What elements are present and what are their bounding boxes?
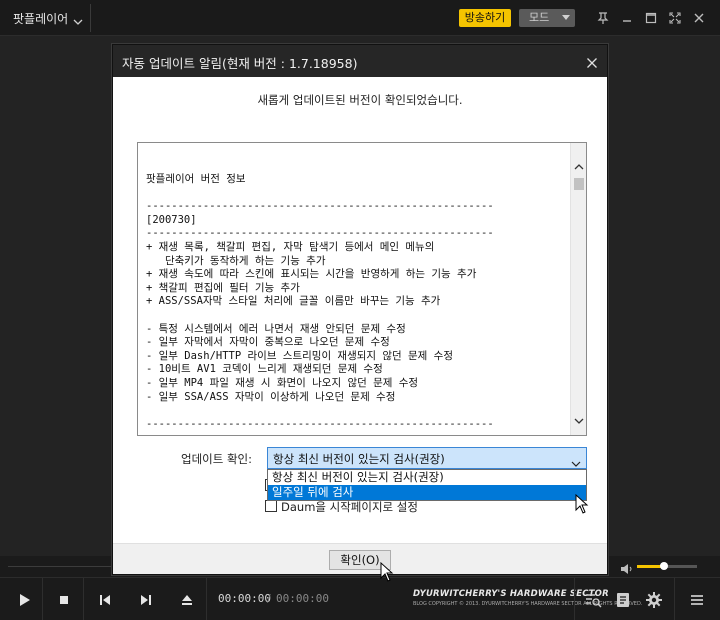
release-notes-line: [146, 309, 566, 323]
close-icon[interactable]: [692, 11, 706, 25]
release-notes-line: + ASS/SSA자막 스타일 처리에 글꼴 이름만 바꾸는 기능 추가: [146, 295, 441, 308]
update-dialog: 자동 업데이트 알림(현재 버전 : 1.7.18958) 새롭게 업데이트된 …: [112, 44, 608, 575]
chevron-down-icon[interactable]: [574, 411, 584, 424]
notes-icon[interactable]: [613, 590, 633, 610]
divider: [42, 578, 43, 620]
title-bar: 팟플레이어 방송하기 모드: [0, 0, 720, 36]
control-bar: 00:00:00 / 00:00:00 DYURWITCHERRY'S HARD…: [0, 577, 720, 620]
release-notes-line: - 일부 Dash/HTTP 라이브 스트리밍이 재생되지 않던 문제 수정: [146, 349, 453, 362]
mouse-cursor-icon: [575, 493, 589, 514]
dialog-footer: 확인(O): [113, 543, 607, 574]
playlist-search-icon[interactable]: [583, 590, 603, 610]
gear-icon[interactable]: [644, 590, 664, 610]
notes-scrollbar[interactable]: [570, 143, 586, 435]
divider: [206, 578, 207, 620]
release-notes-line: 단축키가 동작하게 하는 기능 추가: [146, 254, 326, 267]
daum-startpage-label[interactable]: Daum을 시작페이지로 설정: [281, 499, 418, 515]
caret-down-icon: [562, 15, 570, 20]
eject-icon[interactable]: [177, 590, 197, 610]
maximize-icon[interactable]: [644, 11, 658, 25]
divider: [574, 578, 575, 620]
play-icon[interactable]: [14, 590, 34, 610]
time-total[interactable]: 00:00:00: [276, 592, 329, 605]
update-message: 새롭게 업데이트된 버전이 확인되었습니다.: [257, 93, 463, 107]
broadcast-button[interactable]: 방송하기: [459, 9, 511, 27]
option-check-next-week[interactable]: 일주일 뒤에 검사: [268, 485, 586, 500]
release-notes-text: 팟플레이어 버전 정보 ----------------------------…: [146, 173, 566, 431]
scroll-thumb[interactable]: [574, 178, 584, 190]
speaker-icon[interactable]: [620, 560, 634, 574]
release-notes-line: + 책갈피 편집에 필터 기능 추가: [146, 281, 300, 294]
close-icon[interactable]: [586, 54, 598, 68]
time-separator: /: [267, 592, 271, 605]
release-notes-line: - 일부 MP4 파일 재생 시 화면이 나오지 않던 문제 수정: [146, 376, 419, 389]
mode-dropdown[interactable]: 모드: [519, 9, 575, 27]
volume-knob[interactable]: [660, 562, 668, 570]
stop-icon[interactable]: [54, 590, 74, 610]
release-notes-line: + 재생 속도에 따라 스킨에 표시되는 시간을 반영하게 하는 기능 추가: [146, 268, 477, 281]
release-notes-line: + 재생 목록, 책갈피 편집, 자막 탐색기 등에서 메인 메뉴의: [146, 240, 435, 253]
release-notes-line: ----------------------------------------…: [146, 417, 494, 430]
time-current[interactable]: 00:00:00: [218, 592, 271, 605]
update-check-label: 업데이트 확인:: [181, 452, 253, 466]
next-icon[interactable]: [136, 590, 156, 610]
mode-label: 모드: [529, 11, 550, 24]
release-notes-line: 팟플레이어 버전 정보: [146, 173, 246, 185]
chevron-up-icon[interactable]: [574, 157, 584, 170]
brand-watermark: DYURWITCHERRY'S HARDWARE SECTOR BLOG COP…: [413, 589, 643, 611]
release-notes-line: - 10비트 AV1 코덱이 느리게 재생되던 문제 수정: [146, 363, 383, 376]
app-title[interactable]: 팟플레이어: [13, 10, 68, 27]
previous-icon[interactable]: [95, 590, 115, 610]
release-notes-line: [146, 187, 566, 201]
release-notes-line: [200730]: [146, 213, 197, 226]
daum-startpage-checkbox[interactable]: [265, 500, 277, 512]
release-notes-line: - 특정 시스템에서 에러 나면서 재생 안되던 문제 수정: [146, 322, 406, 335]
menu-icon[interactable]: [687, 590, 707, 610]
potplayer-window: 팟플레이어 방송하기 모드 00:00:00 / 00:00:00 DYURWI…: [0, 0, 720, 620]
divider: [90, 4, 91, 32]
chevron-down-icon[interactable]: [73, 12, 83, 25]
update-check-value: 항상 최신 버전이 있는지 검사(권장): [273, 452, 445, 466]
release-notes-line: - 일부 SSA/ASS 자막이 이상하게 나오던 문제 수정: [146, 390, 396, 403]
option-always-check[interactable]: 항상 최신 버전이 있는지 검사(권장): [268, 470, 586, 485]
pin-icon[interactable]: [596, 11, 610, 25]
release-notes-line: - 일부 자막에서 자막이 중복으로 나오던 문제 수정: [146, 336, 390, 349]
dialog-title: 자동 업데이트 알림(현재 버전 : 1.7.18958): [122, 56, 358, 71]
dialog-title-bar[interactable]: 자동 업데이트 알림(현재 버전 : 1.7.18958): [113, 45, 607, 77]
fullscreen-icon[interactable]: [668, 11, 682, 25]
brand-name: DYURWITCHERRY'S HARDWARE SECTOR: [413, 589, 609, 599]
release-notes-line: [146, 404, 566, 418]
volume-slider[interactable]: [637, 562, 697, 570]
mouse-cursor-icon: [380, 561, 394, 582]
minimize-icon[interactable]: [620, 11, 634, 25]
release-notes-line: ----------------------------------------…: [146, 227, 494, 240]
update-check-select[interactable]: 항상 최신 버전이 있는지 검사(권장): [267, 447, 587, 469]
update-check-options: 항상 최신 버전이 있는지 검사(권장) 일주일 뒤에 검사: [267, 469, 587, 501]
divider: [83, 578, 84, 620]
brand-copyright: BLOG COPYRIGHT © 2013. DYURWITCHERRY'S H…: [413, 601, 643, 607]
divider: [674, 578, 675, 620]
release-notes[interactable]: 팟플레이어 버전 정보 ----------------------------…: [137, 142, 587, 436]
chevron-down-icon[interactable]: [571, 454, 581, 467]
release-notes-line: ----------------------------------------…: [146, 200, 494, 213]
